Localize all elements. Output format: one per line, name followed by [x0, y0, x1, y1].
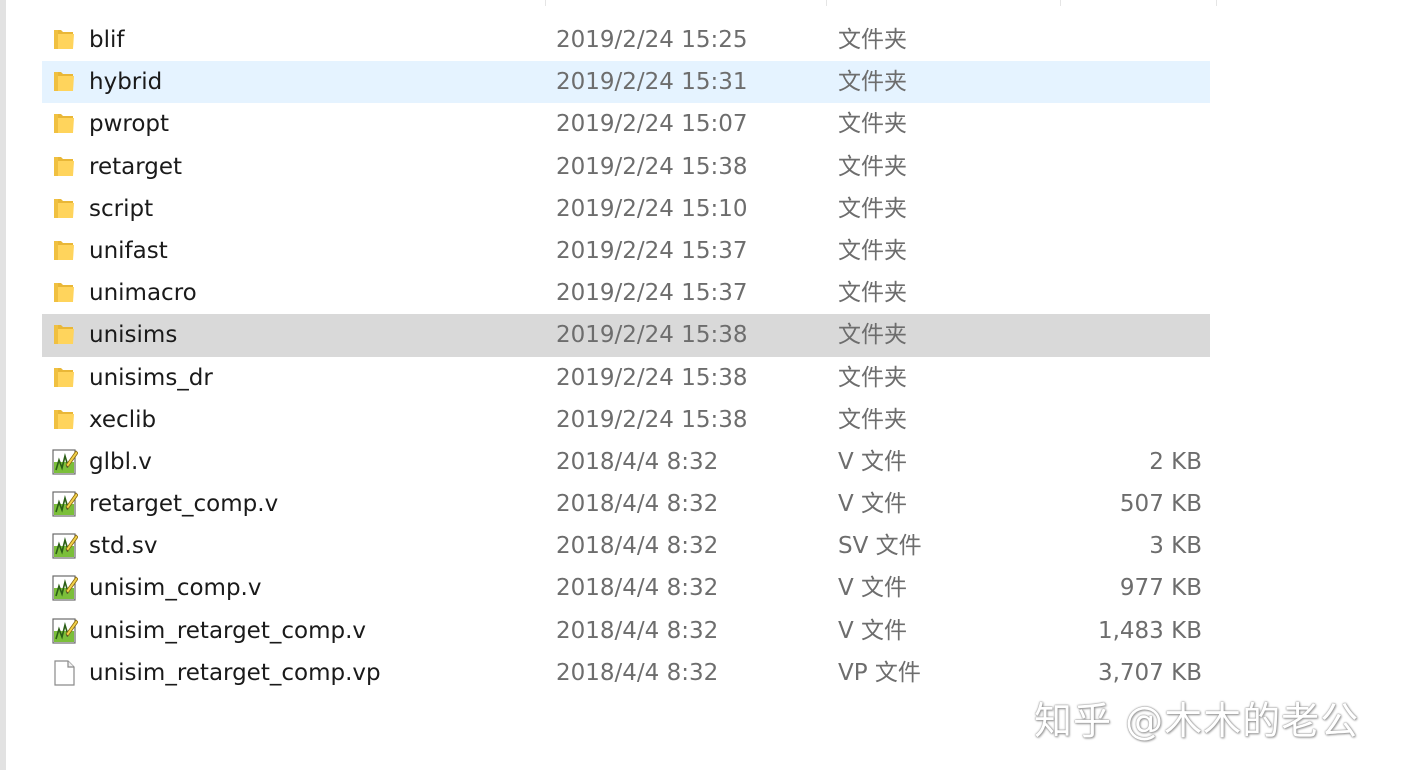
file-type: 文件夹 — [838, 195, 907, 222]
file-row[interactable]: pwropt 2019/2/24 15:07 文件夹 — [42, 103, 1210, 145]
folder-icon — [52, 153, 76, 179]
verilog-file-icon — [52, 574, 79, 602]
column-divider-size[interactable] — [1060, 0, 1061, 6]
file-modified-date: 2019/2/24 15:31 — [556, 69, 748, 96]
file-modified-date: 2018/4/4 8:32 — [556, 575, 719, 602]
file-name: retarget — [89, 153, 183, 180]
watermark: 知乎 @木木的老公 — [1034, 699, 1360, 743]
file-modified-date: 2018/4/4 8:32 — [556, 491, 719, 518]
file-modified-date: 2018/4/4 8:32 — [556, 659, 719, 686]
file-name: unifast — [89, 237, 168, 264]
file-type: 文件夹 — [838, 27, 907, 53]
column-divider-date[interactable] — [545, 0, 546, 6]
file-name: std.sv — [89, 533, 158, 560]
folder-icon — [52, 110, 76, 136]
file-size: 3,707 KB — [1097, 659, 1202, 686]
file-row[interactable]: script 2019/2/24 15:10 文件夹 — [42, 188, 1210, 230]
file-name: pwropt — [89, 111, 170, 138]
file-modified-date: 2018/4/4 8:32 — [556, 617, 719, 644]
file-row[interactable]: retarget_comp.v 2018/4/4 8:32 V 文件 507 KB — [42, 483, 1210, 525]
file-type: 文件夹 — [838, 406, 907, 433]
file-type: 文件夹 — [838, 322, 907, 349]
file-modified-date: 2019/2/24 15:07 — [556, 111, 748, 138]
file-modified-date: 2019/2/24 15:38 — [556, 406, 748, 433]
file-row[interactable]: retarget 2019/2/24 15:38 文件夹 — [42, 146, 1210, 188]
file-size: 1,483 KB — [1097, 617, 1202, 644]
file-name: unimacro — [89, 280, 197, 307]
file-name: unisim_retarget_comp.v — [89, 617, 366, 644]
folder-icon — [52, 364, 76, 390]
verilog-file-icon — [52, 490, 79, 517]
file-modified-date: 2019/2/24 15:38 — [556, 322, 748, 349]
verilog-file-icon — [52, 532, 79, 559]
folder-icon — [52, 321, 76, 347]
file-name: glbl.v — [89, 448, 152, 475]
folder-icon — [52, 406, 76, 432]
file-modified-date: 2018/4/4 8:32 — [556, 533, 719, 560]
file-row[interactable]: std.sv 2018/4/4 8:32 SV 文件 3 KB — [42, 525, 1210, 567]
column-divider-type[interactable] — [826, 0, 827, 6]
file-type: V 文件 — [838, 448, 908, 475]
file-row[interactable]: unisim_comp.v 2018/4/4 8:32 V 文件 977 KB — [42, 567, 1210, 609]
blank-file-icon — [52, 659, 76, 686]
window-left-border — [0, 0, 6, 770]
file-row[interactable]: unisim_retarget_comp.v 2018/4/4 8:32 V 文件 1… — [42, 610, 1210, 652]
file-name: xeclib — [89, 406, 157, 433]
file-row[interactable]: hybrid 2019/2/24 15:31 文件夹 — [42, 61, 1210, 104]
file-size: 3 KB — [1149, 533, 1202, 560]
file-row[interactable]: unisims 2019/2/24 15:38 文件夹 — [42, 314, 1210, 357]
file-type: VP 文件 — [838, 659, 921, 686]
file-type: 文件夹 — [838, 364, 907, 391]
file-row[interactable]: xeclib 2019/2/24 15:38 文件夹 — [42, 399, 1210, 441]
file-list: blif 2019/2/24 15:25 文件夹 hybrid 2019/2/24 15… — [42, 19, 1210, 694]
file-name: script — [89, 195, 154, 222]
folder-icon — [52, 237, 76, 263]
file-modified-date: 2019/2/24 15:38 — [556, 153, 748, 180]
file-modified-date: 2019/2/24 15:37 — [556, 280, 748, 307]
file-modified-date: 2019/2/24 15:38 — [556, 364, 748, 391]
file-type: V 文件 — [838, 617, 908, 644]
file-type: 文件夹 — [838, 69, 907, 96]
file-type: V 文件 — [838, 491, 908, 518]
folder-icon — [52, 195, 76, 221]
file-size: 2 KB — [1149, 448, 1202, 475]
file-name: unisims_dr — [89, 364, 213, 391]
file-name: retarget_comp.v — [89, 491, 279, 518]
file-size: 977 KB — [1119, 575, 1202, 602]
file-row[interactable]: unisims_dr 2019/2/24 15:38 文件夹 — [42, 357, 1210, 399]
folder-icon — [52, 279, 76, 305]
file-type: 文件夹 — [838, 153, 907, 180]
file-name: unisims — [89, 322, 178, 349]
file-type: 文件夹 — [838, 280, 907, 307]
file-modified-date: 2018/4/4 8:32 — [556, 448, 719, 475]
file-type: 文件夹 — [838, 111, 907, 138]
file-name: hybrid — [89, 69, 163, 96]
file-modified-date: 2019/2/24 15:10 — [556, 195, 748, 222]
file-name: unisim_comp.v — [89, 575, 262, 602]
file-modified-date: 2019/2/24 15:37 — [556, 237, 748, 264]
file-row[interactable]: unisim_retarget_comp.vp 2018/4/4 8:32 VP 文… — [42, 652, 1210, 694]
file-name: blif — [89, 27, 125, 53]
verilog-file-icon — [52, 448, 79, 475]
file-row[interactable]: blif 2019/2/24 15:25 文件夹 — [42, 19, 1210, 61]
file-type: V 文件 — [838, 575, 908, 602]
file-type: 文件夹 — [838, 237, 907, 264]
file-row[interactable]: glbl.v 2018/4/4 8:32 V 文件 2 KB — [42, 441, 1210, 483]
file-modified-date: 2019/2/24 15:25 — [556, 27, 748, 53]
file-name: unisim_retarget_comp.vp — [89, 659, 381, 686]
verilog-file-icon — [52, 617, 79, 644]
file-type: SV 文件 — [838, 533, 922, 560]
file-size: 507 KB — [1119, 491, 1202, 518]
file-row[interactable]: unimacro 2019/2/24 15:37 文件夹 — [42, 272, 1210, 314]
file-row[interactable]: unifast 2019/2/24 15:37 文件夹 — [42, 230, 1210, 272]
folder-icon — [52, 68, 76, 94]
folder-icon — [52, 26, 76, 52]
column-divider-end[interactable] — [1216, 0, 1217, 6]
